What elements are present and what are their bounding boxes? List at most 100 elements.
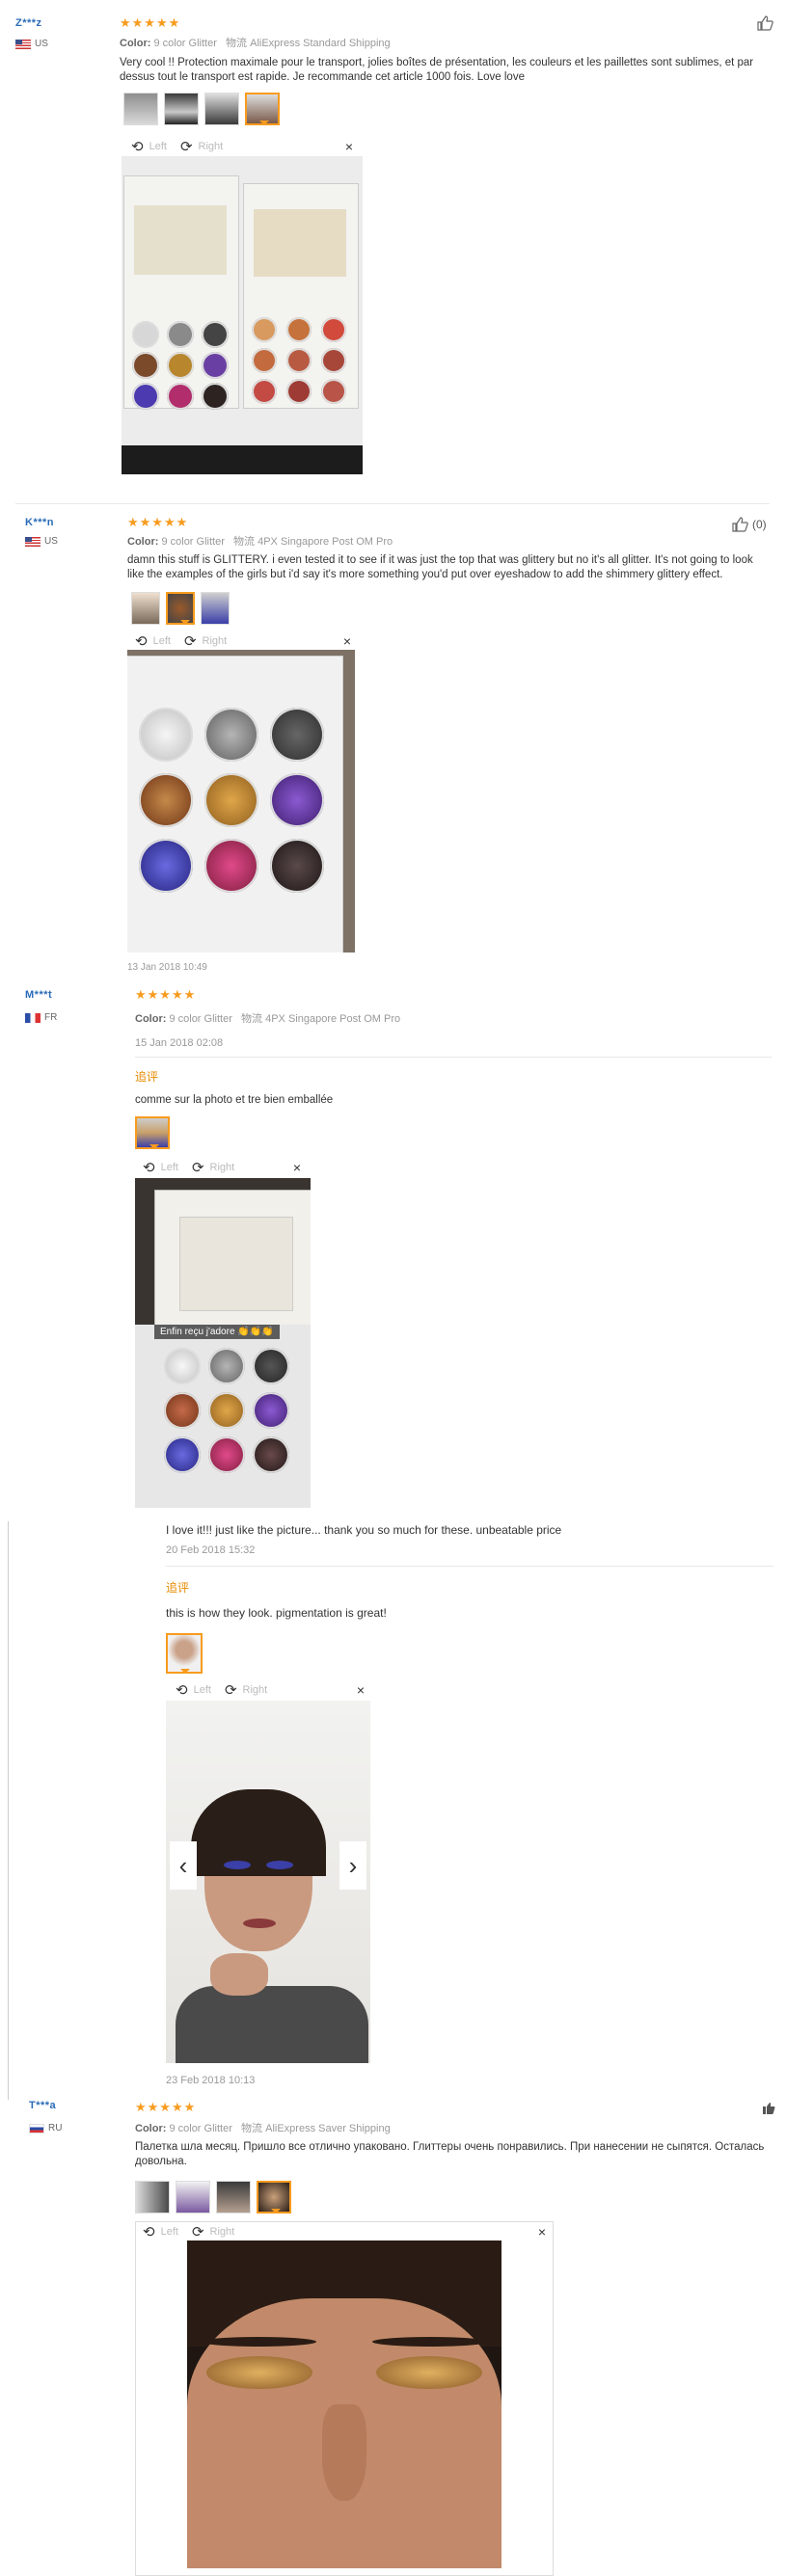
country-code: RU (48, 2123, 63, 2133)
review-text: Very cool !! Protection maximale pour le… (120, 57, 754, 83)
review-date: 13 Jan 2018 10:49 (127, 962, 207, 973)
rotate-right-label[interactable]: Right (243, 1684, 268, 1696)
review-thumbnail[interactable] (216, 2181, 251, 2214)
review-thumbnails (131, 592, 230, 625)
order-info: Color: 9 color Glitter 物流 4PX Singapore … (135, 1010, 400, 1026)
rotate-left-icon[interactable]: ⟲ (176, 1681, 188, 1699)
review-photo (187, 2241, 501, 2568)
review-thumbnail-selected[interactable] (166, 1633, 203, 1674)
thumbs-up-icon (763, 2103, 775, 2114)
color-value: 9 color Glitter (161, 536, 225, 548)
review-photo (122, 156, 363, 474)
close-icon[interactable]: × (357, 1682, 365, 1698)
review-divider (166, 1566, 773, 1567)
additional-review-label: 追评 (166, 1581, 190, 1595)
thumbs-up-icon (757, 15, 773, 31)
star-rating: ★★★★★ (135, 987, 197, 1002)
color-value: 9 color Glitter (153, 38, 217, 49)
review-thumbnail-selected[interactable] (245, 93, 280, 125)
rotate-left-icon[interactable]: ⟲ (131, 138, 144, 155)
rotate-right-icon[interactable]: ⟳ (180, 138, 193, 155)
rotate-right-icon[interactable]: ⟳ (184, 632, 197, 650)
palette-box (243, 183, 359, 409)
review-thumbnail[interactable] (123, 93, 158, 125)
color-label: Color: (120, 38, 151, 49)
shipping-method: 物流 4PX Singapore Post OM Pro (241, 1013, 401, 1025)
image-viewer-toolbar: ⟲ Left ⟳ Right × (143, 1159, 301, 1176)
review-text: Палетка шла месяц. Пришло все отлично уп… (135, 2141, 765, 2167)
followup-date: 20 Feb 2018 15:32 (166, 1544, 256, 1556)
review-thumbnail-selected[interactable] (135, 1116, 170, 1149)
thumbs-up-icon (732, 517, 748, 532)
close-icon[interactable]: × (293, 1160, 301, 1175)
reviewer-name[interactable]: T***a (29, 2100, 56, 2111)
flag-us-icon (25, 536, 41, 547)
rotate-left-label[interactable]: Left (161, 1162, 178, 1173)
review-thumbnails (166, 1633, 203, 1674)
image-viewer-toolbar: ⟲ Left ⟳ Right × (135, 632, 351, 650)
close-icon[interactable]: × (343, 633, 351, 649)
order-info: Color: 9 color Glitter 物流 AliExpress Sav… (135, 2120, 391, 2135)
rotate-left-label[interactable]: Left (153, 635, 171, 647)
country-code: US (44, 536, 58, 547)
star-rating: ★★★★★ (135, 2100, 197, 2114)
review-divider (135, 1057, 772, 1058)
reviewer-name[interactable]: Z***z (15, 17, 42, 29)
flag-fr-icon (25, 1012, 41, 1023)
review-thumbnails (135, 1116, 170, 1149)
previous-image-button[interactable]: ‹ (170, 1841, 197, 1890)
star-rating: ★★★★★ (120, 15, 181, 30)
order-info: Color: 9 color Glitter 物流 4PX Singapore … (127, 533, 393, 549)
followup-date: 23 Feb 2018 10:13 (166, 2075, 256, 2086)
review-thumbnail[interactable] (201, 592, 230, 625)
rotate-right-label[interactable]: Right (210, 1162, 235, 1173)
additional-review-label: 追评 (135, 1070, 159, 1084)
rotate-right-label[interactable]: Right (199, 141, 224, 152)
review-photo: Enfin reçu j'adore 👏👏👏 (135, 1178, 311, 1508)
image-viewer-toolbar: ⟲ Left ⟳ Right × (176, 1681, 365, 1699)
review-thumbnail-selected[interactable] (257, 2181, 291, 2214)
review-thumbnail[interactable] (131, 592, 160, 625)
reviewer-name[interactable]: K***n (25, 517, 54, 528)
reviewer-country: FR (25, 1012, 57, 1023)
additional-review-text: this is how they look. pigmentation is g… (166, 1606, 387, 1620)
photo-caption: Enfin reçu j'adore 👏👏👏 (154, 1325, 280, 1339)
reviewer-country: US (25, 536, 58, 547)
color-label: Color: (135, 2123, 167, 2134)
review-photo (127, 650, 355, 953)
rotate-right-icon[interactable]: ⟳ (225, 1681, 237, 1699)
rotate-left-label[interactable]: Left (194, 1684, 211, 1696)
review-thumbnail-selected[interactable] (166, 592, 195, 625)
review-thumbnail[interactable] (164, 93, 199, 125)
rotate-left-label[interactable]: Left (149, 141, 167, 152)
reviewer-name[interactable]: M***t (25, 989, 52, 1001)
rotate-left-icon[interactable]: ⟲ (135, 632, 148, 650)
helpful-button[interactable] (756, 15, 773, 34)
palette-box (123, 175, 239, 410)
followup-text: I love it!!! just like the picture... th… (166, 1523, 562, 1537)
helpful-count: (0) (752, 518, 767, 531)
rotate-right-icon[interactable]: ⟳ (192, 1159, 204, 1176)
shipping-method: 物流 AliExpress Standard Shipping (226, 38, 391, 49)
image-viewer-toolbar: ⟲ Left ⟳ Right × (131, 138, 353, 155)
review-thumbnail[interactable] (135, 2181, 170, 2214)
color-value: 9 color Glitter (169, 2123, 232, 2134)
helpful-button[interactable]: (0) (731, 517, 767, 532)
color-label: Color: (127, 536, 159, 548)
chevron-right-icon: › (348, 1850, 358, 1880)
next-image-button[interactable]: › (339, 1841, 366, 1890)
close-icon[interactable]: × (345, 139, 353, 154)
review-date: 15 Jan 2018 02:08 (135, 1037, 224, 1049)
shipping-method: 物流 AliExpress Saver Shipping (241, 2123, 391, 2134)
helpful-button[interactable] (762, 2102, 775, 2118)
review-thumbnail[interactable] (176, 2181, 210, 2214)
rotate-left-icon[interactable]: ⟲ (143, 1159, 155, 1176)
country-code: FR (44, 1012, 58, 1023)
order-info: Color: 9 color Glitter 物流 AliExpress Sta… (120, 35, 391, 50)
thread-line (8, 1521, 9, 2100)
rotate-right-label[interactable]: Right (203, 635, 228, 647)
country-code: US (35, 39, 48, 49)
reviewer-country: US (15, 39, 48, 49)
review-thumbnail[interactable] (204, 93, 239, 125)
chevron-left-icon: ‹ (178, 1850, 188, 1880)
